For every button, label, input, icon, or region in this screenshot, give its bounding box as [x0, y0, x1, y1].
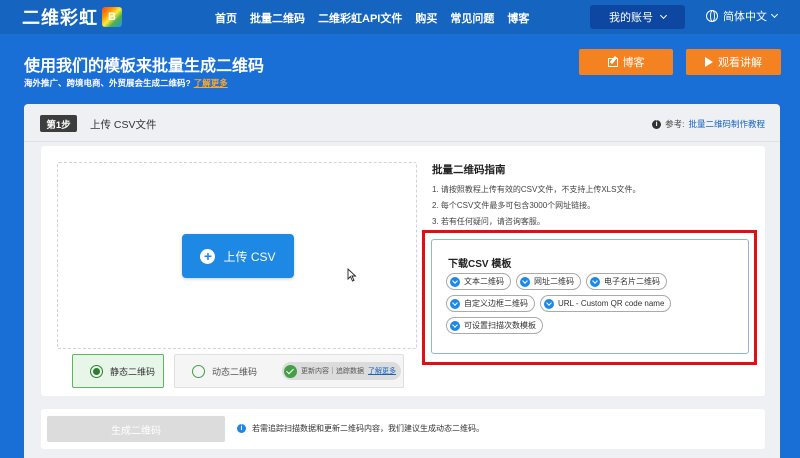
- radio-unselected-icon: [192, 364, 205, 378]
- upload-card: + 上传 CSV 静态二维码 动态二维码 更新内容｜追踪数据 了解更多 批量二维…: [41, 146, 765, 396]
- dynamic-feature-text: 更新内容｜追踪数据: [301, 368, 365, 375]
- step-label: 上传 CSV文件: [90, 119, 157, 131]
- radio-selected-icon: [90, 364, 103, 378]
- template-title: 下载CSV 模板: [448, 259, 512, 270]
- main-nav: 首页 批量二维码 二维彩虹API文件 购买 常见问题 博客: [215, 10, 529, 26]
- upload-csv-button[interactable]: + 上传 CSV: [182, 234, 294, 278]
- language-label: 简体中文: [723, 11, 767, 23]
- generate-note-text: 若需追踪扫描数据和更新二维码内容，我们建议生成动态二维码。: [252, 424, 484, 433]
- chip-label: 电子名片二维码: [604, 277, 660, 286]
- dynamic-qr-option[interactable]: 动态二维码 更新内容｜追踪数据 了解更多: [174, 354, 404, 388]
- my-account-button[interactable]: 我的账号: [590, 5, 685, 29]
- mouse-cursor-icon: [347, 268, 357, 282]
- static-qr-label: 静态二维码: [110, 366, 156, 377]
- info-icon: i: [237, 424, 246, 433]
- page-title: 使用我们的模板来批量生成二维码: [24, 58, 265, 75]
- dynamic-feature-pill: 更新内容｜追踪数据 了解更多: [282, 362, 402, 380]
- template-url-qr[interactable]: 网址二维码: [516, 273, 581, 290]
- download-icon: [520, 276, 530, 287]
- learn-more-link[interactable]: 了解更多: [194, 78, 228, 88]
- chip-label: 自定义边框二维码: [464, 299, 528, 308]
- chip-label: 文本二维码: [464, 277, 504, 286]
- template-vcard-qr[interactable]: 电子名片二维码: [586, 273, 667, 290]
- globe-icon: [706, 10, 718, 22]
- template-url-custom-name[interactable]: URL - Custom QR code name: [540, 295, 672, 312]
- template-scan-limit[interactable]: 可设置扫描次数模板: [446, 317, 543, 334]
- reference: i 参考: 批量二维码制作教程: [652, 118, 765, 130]
- nav-link-batch-qr[interactable]: 批量二维码: [250, 10, 305, 26]
- watch-button-label: 观看讲解: [718, 57, 762, 69]
- template-custom-frame-qr[interactable]: 自定义边框二维码: [446, 295, 535, 312]
- nav-link-faq[interactable]: 常见问题: [450, 10, 494, 26]
- chip-label: 网址二维码: [534, 277, 574, 286]
- edit-icon: [607, 57, 618, 67]
- nav-link-api-docs[interactable]: 二维彩虹API文件: [318, 10, 402, 26]
- generate-note: i 若需追踪扫描数据和更新二维码内容，我们建议生成动态二维码。: [237, 423, 484, 434]
- chevron-down-icon: [770, 10, 779, 19]
- chip-label: 可设置扫描次数模板: [464, 321, 536, 330]
- step-header: 第1步 上传 CSV文件 i 参考: 批量二维码制作教程: [24, 104, 780, 142]
- chip-label: URL - Custom QR code name: [558, 299, 665, 308]
- download-icon: [450, 298, 460, 309]
- plus-icon: +: [200, 248, 216, 264]
- nav-link-home[interactable]: 首页: [215, 10, 237, 26]
- logo[interactable]: 二维彩虹 B: [22, 6, 122, 28]
- generate-qr-button[interactable]: 生成二维码: [47, 416, 225, 442]
- download-icon: [544, 298, 554, 309]
- generate-bar: 生成二维码 i 若需追踪扫描数据和更新二维码内容，我们建议生成动态二维码。: [41, 409, 765, 449]
- template-text-qr[interactable]: 文本二维码: [446, 273, 511, 290]
- static-qr-option[interactable]: 静态二维码: [72, 354, 164, 388]
- guide-item: 2. 每个CSV文件最多可包含3000个网址链接。: [432, 201, 596, 210]
- subtitle-text: 海外推广、跨境电商、外贸展会生成二维码?: [24, 78, 191, 88]
- logo-mark-icon: B: [102, 7, 122, 27]
- language-selector[interactable]: 简体中文: [706, 8, 779, 24]
- guide-item: 3. 若有任何疑问，请咨询客服。: [432, 217, 545, 226]
- info-icon: i: [652, 119, 662, 129]
- watch-tutorial-button[interactable]: 观看讲解: [686, 49, 781, 75]
- csv-dropzone[interactable]: + 上传 CSV: [57, 162, 417, 349]
- step-panel: 第1步 上传 CSV文件 i 参考: 批量二维码制作教程 + 上传 CSV 静态…: [24, 104, 780, 458]
- guide-list: 1. 请按照教程上传有效的CSV文件，不支持上传XLS文件。 2. 每个CSV文…: [432, 182, 640, 230]
- template-chip-list: 文本二维码 网址二维码 电子名片二维码 自定义边框二维码 URL - Custo…: [446, 273, 746, 334]
- nav-link-blog[interactable]: 博客: [507, 10, 529, 26]
- chevron-down-icon: [659, 11, 668, 20]
- check-icon: [284, 364, 298, 378]
- download-icon: [590, 276, 600, 287]
- upload-button-label: 上传 CSV: [223, 249, 276, 264]
- guide-item: 1. 请按照教程上传有效的CSV文件，不支持上传XLS文件。: [432, 185, 641, 194]
- dynamic-learn-more-link[interactable]: 了解更多: [368, 366, 396, 376]
- account-label: 我的账号: [609, 12, 653, 24]
- reference-prefix: 参考:: [665, 119, 685, 129]
- blog-button-label: 博客: [622, 57, 645, 69]
- download-icon: [450, 320, 460, 331]
- download-icon: [450, 276, 460, 287]
- blog-button[interactable]: 博客: [579, 49, 673, 75]
- page-subtitle: 海外推广、跨境电商、外贸展会生成二维码? 了解更多: [24, 77, 228, 89]
- logo-text: 二维彩虹: [22, 8, 98, 28]
- play-icon: [705, 57, 713, 67]
- guide-title: 批量二维码指南: [432, 164, 506, 176]
- csv-template-box: 下载CSV 模板 文本二维码 网址二维码 电子名片二维码 自定义边框二维码 UR…: [431, 239, 749, 354]
- top-nav-bar: 二维彩虹 B 首页 批量二维码 二维彩虹API文件 购买 常见问题 博客 我的账…: [0, 0, 800, 34]
- step-badge: 第1步: [40, 115, 77, 132]
- tutorial-link[interactable]: 批量二维码制作教程: [688, 118, 765, 130]
- nav-link-buy[interactable]: 购买: [415, 10, 437, 26]
- dynamic-qr-label: 动态二维码: [212, 366, 258, 377]
